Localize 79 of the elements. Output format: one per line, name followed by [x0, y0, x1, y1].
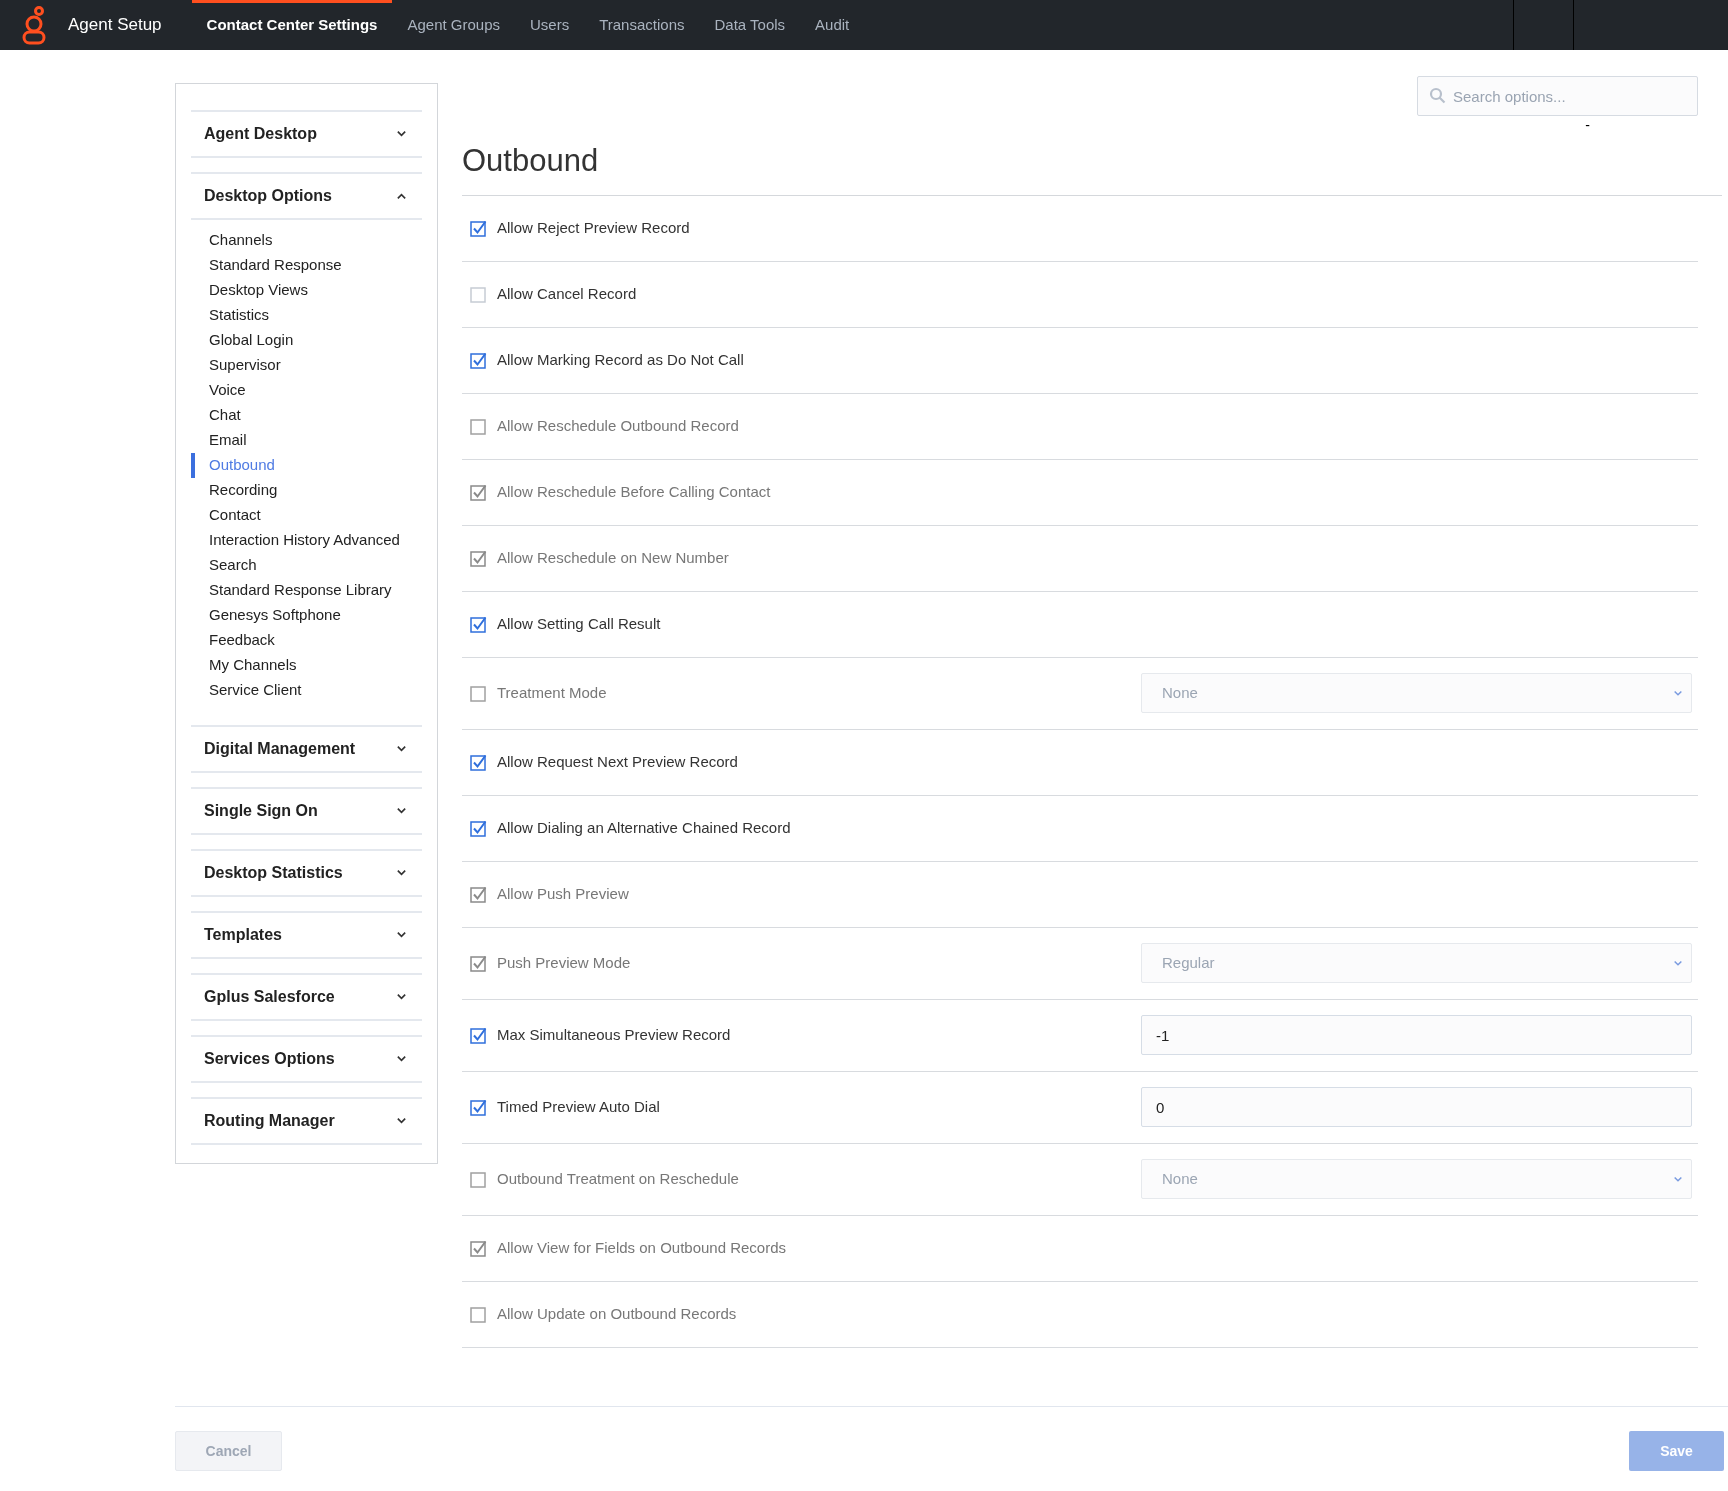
- setting-label: Outbound Treatment on Reschedule: [497, 1168, 739, 1189]
- sidebar-section-header[interactable]: Gplus Salesforce: [191, 975, 422, 1021]
- sidebar-item[interactable]: Desktop Views: [191, 278, 422, 303]
- setting-label: Allow Reschedule on New Number: [497, 547, 729, 568]
- sidebar-item[interactable]: Standard Response: [191, 253, 422, 278]
- sidebar-item[interactable]: Email: [191, 428, 422, 453]
- logo-icon: [21, 5, 47, 45]
- setting-label: Allow Dialing an Alternative Chained Record: [497, 817, 791, 838]
- sidebar-item[interactable]: Supervisor: [191, 353, 422, 378]
- setting-label: Allow Reschedule Outbound Record: [497, 415, 739, 436]
- setting-label: Max Simultaneous Preview Record: [497, 1024, 731, 1045]
- setting-label: Allow Setting Call Result: [497, 613, 661, 634]
- chevron-down-icon: [396, 931, 407, 939]
- checkbox[interactable]: [470, 285, 487, 303]
- sidebar-item[interactable]: Search: [191, 553, 422, 578]
- chevron-down-icon: [396, 993, 407, 1001]
- sidebar-item[interactable]: Voice: [191, 378, 422, 403]
- sidebar-item[interactable]: Interaction History Advanced: [191, 528, 422, 553]
- sidebar-section-header[interactable]: Routing Manager: [191, 1099, 422, 1145]
- sidebar-section-header[interactable]: Services Options: [191, 1037, 422, 1083]
- nav-tab[interactable]: Transactions: [584, 0, 700, 50]
- chevron-down-icon: [396, 745, 407, 753]
- setting-label: Treatment Mode: [497, 682, 607, 703]
- setting-label: Push Preview Mode: [497, 952, 631, 973]
- chevron-down-icon: [396, 807, 407, 815]
- sidebar-item[interactable]: Contact: [191, 503, 422, 528]
- sidebar-item[interactable]: Service Client: [191, 678, 422, 703]
- setting-label: Timed Preview Auto Dial: [497, 1096, 660, 1117]
- setting-label: Allow Cancel Record: [497, 283, 637, 304]
- setting-label: Allow Reject Preview Record: [497, 217, 690, 238]
- chevron-down-icon: [396, 1117, 407, 1125]
- chevron-down-icon: [396, 130, 407, 138]
- sidebar-section-header[interactable]: Templates: [191, 913, 422, 959]
- checkbox[interactable]: [470, 1026, 487, 1044]
- setting-label: Allow Update on Outbound Records: [497, 1303, 737, 1324]
- checkbox[interactable]: [470, 615, 487, 633]
- checkbox[interactable]: [470, 219, 487, 237]
- sidebar-section-header[interactable]: Digital Management: [191, 727, 422, 773]
- sidebar-section-header[interactable]: Desktop Statistics: [191, 851, 422, 897]
- sidebar-item[interactable]: Genesys Softphone: [191, 603, 422, 628]
- checkbox[interactable]: [470, 351, 487, 369]
- number-field[interactable]: -1: [1141, 1015, 1692, 1055]
- nav-tab[interactable]: Audit: [800, 0, 865, 50]
- chevron-down-icon: [1673, 689, 1683, 697]
- chevron-down-icon: [1673, 1175, 1683, 1183]
- sidebar-item[interactable]: Recording: [191, 478, 422, 503]
- chevron-down-icon: [396, 1055, 407, 1063]
- sidebar-item[interactable]: Global Login: [191, 328, 422, 353]
- checkbox[interactable]: [470, 753, 487, 771]
- nav-tab[interactable]: Data Tools: [699, 0, 801, 50]
- setting-label: Allow View for Fields on Outbound Records: [497, 1237, 787, 1258]
- nav-tab[interactable]: Agent Groups: [392, 0, 515, 50]
- chevron-down-icon: [1673, 959, 1683, 967]
- checkbox[interactable]: [470, 819, 487, 837]
- sidebar-item[interactable]: Outbound: [191, 453, 422, 478]
- setting-label: Allow Request Next Preview Record: [497, 751, 738, 772]
- sidebar-section-header[interactable]: Desktop Options: [191, 174, 422, 220]
- nav-tab[interactable]: Contact Center Settings: [191, 0, 393, 50]
- search-icon: [1429, 87, 1446, 104]
- setting-label: Allow Marking Record as Do Not Call: [497, 349, 744, 370]
- search-field[interactable]: Search options...: [1417, 76, 1698, 116]
- page-title: Outbound: [462, 138, 1722, 196]
- setting-label: Allow Push Preview: [497, 883, 629, 904]
- search-note: -: [1585, 116, 1590, 134]
- setting-label: Allow Reschedule Before Calling Contact: [497, 481, 771, 502]
- app-title: Agent Setup: [68, 14, 162, 37]
- number-field[interactable]: 0: [1141, 1087, 1692, 1127]
- sidebar-item[interactable]: Feedback: [191, 628, 422, 653]
- sidebar-section-header[interactable]: Agent Desktop: [191, 112, 422, 158]
- sidebar-item[interactable]: My Channels: [191, 653, 422, 678]
- nav-tab[interactable]: Users: [515, 0, 585, 50]
- sidebar-item[interactable]: Statistics: [191, 303, 422, 328]
- sidebar-item[interactable]: Standard Response Library: [191, 578, 422, 603]
- sidebar-item[interactable]: Channels: [191, 228, 422, 253]
- chevron-down-icon: [396, 869, 407, 877]
- sidebar-section-header[interactable]: Single Sign On: [191, 789, 422, 835]
- checkbox[interactable]: [470, 1098, 487, 1116]
- chevron-up-icon: [396, 192, 407, 200]
- sidebar-item[interactable]: Chat: [191, 403, 422, 428]
